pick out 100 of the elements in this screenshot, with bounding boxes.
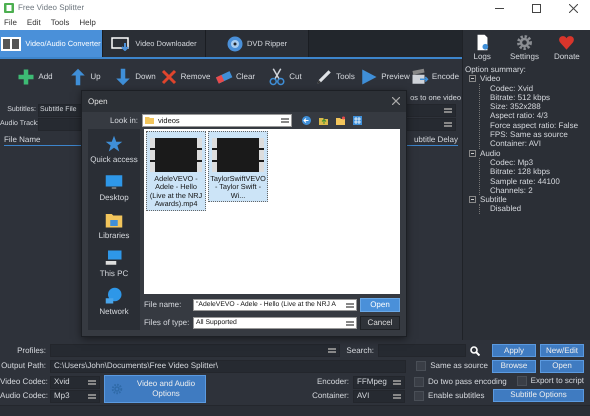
button[interactable]: Open xyxy=(540,360,584,373)
sidebar-item[interactable]: Network xyxy=(99,287,129,325)
up-folder-icon[interactable] xyxy=(319,116,328,125)
options-button[interactable]: Video and Audio Options xyxy=(104,375,206,403)
field-label: Output Path: xyxy=(0,361,46,372)
toolbar-button[interactable]: Settings xyxy=(505,34,544,62)
search-icon[interactable] xyxy=(470,346,480,356)
tree-item[interactable]: Subtitle xyxy=(480,195,507,204)
close-icon[interactable] xyxy=(569,4,578,12)
back-icon[interactable] xyxy=(302,116,311,125)
tree-item[interactable]: Container: AVI xyxy=(490,139,590,149)
tree-item[interactable]: Codec: Mp3 xyxy=(490,158,590,168)
monitor-icon xyxy=(104,173,123,191)
sidebar-item[interactable]: Libraries xyxy=(98,211,130,249)
sidebar-item[interactable]: Desktop xyxy=(99,173,129,211)
checkbox[interactable] xyxy=(414,391,424,401)
checkbox[interactable] xyxy=(416,361,426,372)
folder-icon xyxy=(105,211,123,229)
field-label: File name: xyxy=(144,300,182,310)
toolbar-button[interactable]: Down xyxy=(110,61,160,93)
field-label: Container: xyxy=(311,391,349,401)
tree-item[interactable]: Codec: Xvid xyxy=(490,84,590,93)
close-icon[interactable] xyxy=(392,97,400,106)
tree-item[interactable]: Bitrate: 128 kbps xyxy=(490,167,590,177)
remove-icon xyxy=(160,68,178,86)
toolbar-button[interactable]: Donate xyxy=(548,34,586,62)
heart-icon xyxy=(558,34,576,52)
button[interactable]: Browse xyxy=(492,360,536,373)
sidebar-item[interactable]: This PC xyxy=(100,249,128,287)
down-arrow-icon xyxy=(114,68,132,86)
view-menu-icon[interactable] xyxy=(353,116,362,125)
maximize-icon[interactable] xyxy=(532,4,541,12)
field-label: Encoder: xyxy=(316,377,349,387)
star-icon xyxy=(104,135,123,153)
eraser-icon xyxy=(214,68,233,86)
dropdown-icon[interactable] xyxy=(328,348,336,354)
button[interactable]: Apply xyxy=(492,344,536,358)
menu-item[interactable]: Help xyxy=(79,18,96,28)
menu-item[interactable]: Edit xyxy=(26,18,41,28)
app-icon xyxy=(4,3,14,13)
field-label: Search: xyxy=(345,346,374,356)
dropdown-icon[interactable] xyxy=(281,118,289,123)
up-arrow-icon xyxy=(69,68,88,86)
checkbox-label: Do two pass encoding xyxy=(428,377,507,387)
tree-item[interactable]: Bitrate: 512 kbps xyxy=(490,92,590,102)
checkbox-label: Export to script xyxy=(530,376,584,386)
monitor-download-icon xyxy=(111,36,132,50)
toolbar-button[interactable]: Up xyxy=(60,61,110,93)
checkbox[interactable] xyxy=(414,377,424,387)
dropdown-icon[interactable] xyxy=(346,320,354,326)
checkbox-label: Enable subtitles xyxy=(428,391,484,401)
tree-item[interactable]: Disabled xyxy=(490,204,590,214)
tree-item[interactable]: Force aspect ratio: False xyxy=(490,120,590,130)
tree-item[interactable]: Sample rate: 44100 xyxy=(490,176,590,186)
toolbar-button[interactable]: Logs xyxy=(463,34,502,62)
tree-item[interactable]: Video xyxy=(480,74,500,84)
collapse-icon[interactable] xyxy=(469,75,476,82)
menu-item[interactable]: Tools xyxy=(50,18,70,28)
input-field[interactable]: C:\Users\John\Documents\Free Video Splitter\ xyxy=(50,360,406,373)
collapse-icon[interactable] xyxy=(469,150,476,157)
field-label: Video Codec: xyxy=(0,377,46,387)
pen-icon xyxy=(315,68,334,86)
button[interactable]: New/Edit xyxy=(540,344,584,358)
toolbar-button[interactable]: Remove xyxy=(160,61,210,93)
column-header: ubtitle Delay xyxy=(414,134,458,144)
input-field[interactable]: Xvid xyxy=(50,376,100,388)
toolbar-button[interactable]: Preview xyxy=(360,61,410,93)
toolbar-button[interactable]: Cut xyxy=(260,61,310,93)
dropdown-icon[interactable] xyxy=(88,394,96,398)
sidebar-item[interactable]: Quick access xyxy=(90,135,138,173)
menu-item[interactable]: File xyxy=(4,18,17,28)
toolbar-button[interactable]: Encode xyxy=(410,61,460,93)
tree-item[interactable]: FPS: Same as source xyxy=(490,130,590,140)
dropdown-icon[interactable] xyxy=(444,122,452,126)
input-field[interactable]: Mp3 xyxy=(50,390,100,402)
dropdown-icon[interactable] xyxy=(346,302,354,308)
tree-item[interactable]: Channels: 2 xyxy=(490,186,590,196)
dropdown-icon[interactable] xyxy=(393,394,401,398)
input-field[interactable]: FFMpeg xyxy=(353,376,405,388)
input-field[interactable] xyxy=(50,344,340,358)
tree-item[interactable]: Size: 352x288 xyxy=(490,102,590,112)
dialog-title: Open xyxy=(88,96,108,106)
collapse-icon[interactable] xyxy=(469,196,476,204)
toolbar-button[interactable]: Tools xyxy=(310,61,360,93)
dropdown-icon[interactable] xyxy=(393,380,401,384)
button[interactable]: Cancel xyxy=(360,316,400,330)
new-folder-icon[interactable] xyxy=(336,116,345,125)
tree-item[interactable]: Audio xyxy=(480,148,500,158)
globe-icon xyxy=(105,287,123,305)
dropdown-icon[interactable] xyxy=(444,108,452,112)
dropdown-icon[interactable] xyxy=(88,380,96,384)
window-title: Free Video Splitter xyxy=(18,3,84,13)
toolbar-button[interactable]: Add xyxy=(10,61,60,93)
column-header: File Name xyxy=(4,134,40,144)
film-icon xyxy=(1,36,22,50)
button[interactable]: Subtitle Options xyxy=(493,388,584,402)
tree-item[interactable]: Aspect ratio: 4/3 xyxy=(490,111,590,121)
input-field[interactable]: AVI xyxy=(353,390,405,402)
checkbox[interactable] xyxy=(516,376,527,386)
field-label: Files of type: xyxy=(144,318,190,328)
